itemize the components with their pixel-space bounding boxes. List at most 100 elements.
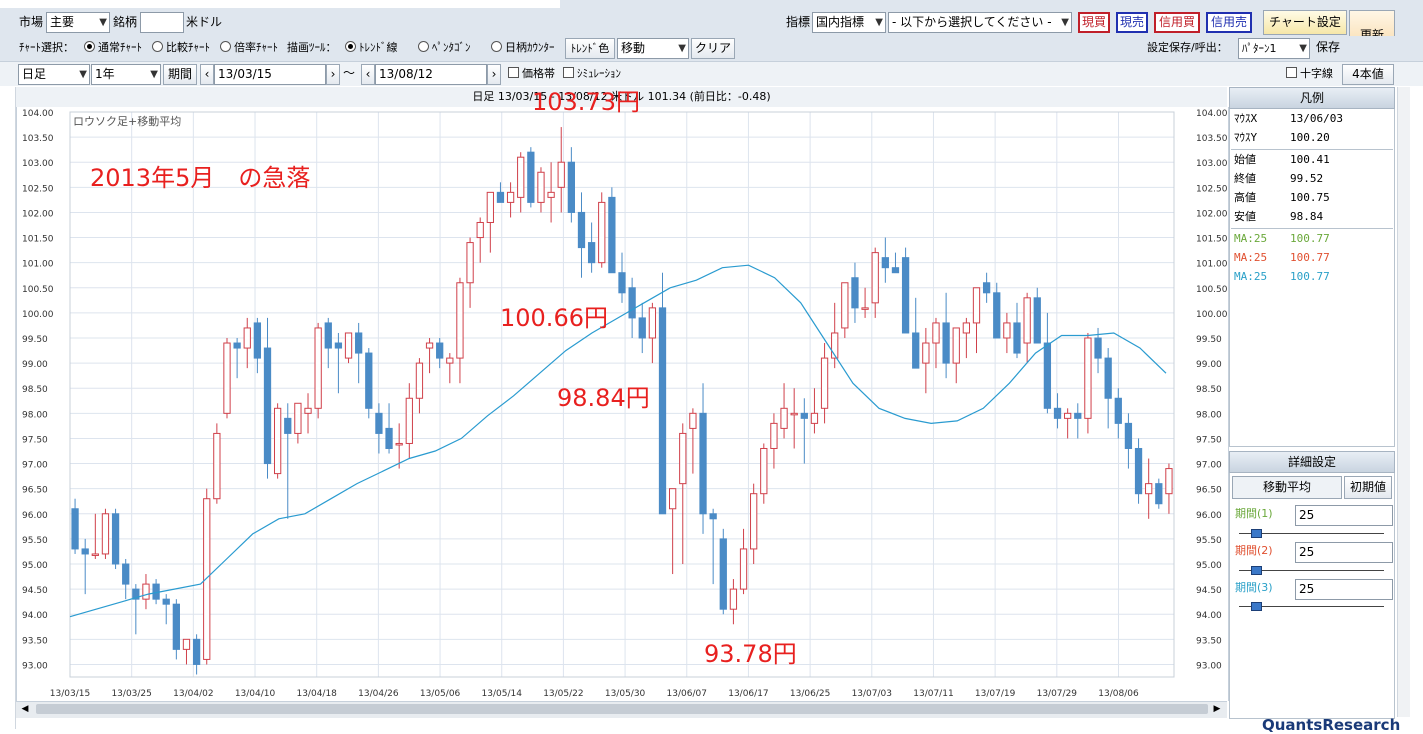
radio-compare-chart[interactable]: 比較ﾁｬｰﾄ xyxy=(152,37,210,58)
candle-body xyxy=(699,412,707,515)
legend-title: 凡例 xyxy=(1229,87,1395,109)
period2-slider-thumb[interactable] xyxy=(1251,566,1262,575)
simulation-checkbox[interactable]: ｼﾐｭﾚｰｼｮﾝ xyxy=(563,63,621,84)
period2-label: 期間(2) xyxy=(1235,544,1273,557)
candle-body xyxy=(689,412,697,429)
four-values-button[interactable]: 4本値 xyxy=(1342,64,1394,85)
period1-input[interactable]: 25 xyxy=(1295,505,1393,526)
period-type-select[interactable]: 日足 ▼ xyxy=(18,64,90,85)
period2-input[interactable]: 25 xyxy=(1295,542,1393,563)
annotation-drop-level: 98.84円 xyxy=(557,384,650,412)
y-tick-label-left: 104.00 xyxy=(22,109,54,119)
y-tick-label-left: 93.50 xyxy=(22,636,48,646)
candle-body xyxy=(739,548,748,590)
radio-normal-chart[interactable]: 通常ﾁｬｰﾄ xyxy=(84,37,142,58)
chevron-down-icon: ▼ xyxy=(875,17,883,28)
range-select[interactable]: 1年 ▼ xyxy=(91,64,161,85)
legend-high-label: 高値 xyxy=(1234,191,1256,204)
margin-buy-button[interactable]: 信用買 xyxy=(1154,12,1200,33)
candle-body xyxy=(881,257,889,269)
candle-body xyxy=(901,257,910,334)
y-tick-label-right: 96.00 xyxy=(1196,511,1222,521)
candle-body xyxy=(111,513,120,565)
y-tick-label-right: 94.00 xyxy=(1196,611,1222,621)
period1-slider-thumb[interactable] xyxy=(1251,529,1262,538)
radio-pentagon[interactable]: ﾍﾟﾝﾀｺﾞﾝ xyxy=(418,37,471,58)
candle-body xyxy=(506,191,515,203)
crosshair-checkbox[interactable]: 十字線 xyxy=(1286,63,1333,84)
market-select[interactable]: 主要 ▼ xyxy=(46,12,110,33)
indicator-select[interactable]: - 以下から選択してください - ▼ xyxy=(888,12,1072,33)
simulation-label: ｼﾐｭﾚｰｼｮﾝ xyxy=(577,67,621,80)
clear-button[interactable]: クリア xyxy=(691,38,735,59)
tab-initial-values[interactable]: 初期値 xyxy=(1344,476,1392,499)
top-title-strip xyxy=(0,0,560,8)
candle-body xyxy=(1033,297,1041,344)
y-tick-label-right: 101.00 xyxy=(1196,260,1227,270)
candle-body xyxy=(365,352,373,409)
candle-body xyxy=(750,493,758,550)
legend-ma3-value: 100.77 xyxy=(1290,270,1330,283)
vertical-scrollbar[interactable] xyxy=(1397,87,1410,717)
candle-body xyxy=(456,282,464,359)
candle-body xyxy=(172,603,180,650)
margin-sell-button[interactable]: 信用売 xyxy=(1206,12,1252,33)
candle-body xyxy=(557,161,565,188)
candle-body xyxy=(658,307,667,515)
tab-moving-average[interactable]: 移動平均 xyxy=(1232,476,1342,499)
scroll-thumb[interactable] xyxy=(36,704,1208,714)
scroll-right-icon[interactable]: ▶ xyxy=(1210,703,1224,715)
period3-value: 25 xyxy=(1299,582,1315,596)
candle-body xyxy=(810,412,819,424)
y-tick-label-left: 100.00 xyxy=(22,310,54,320)
legend-ma1-label: MA:25 xyxy=(1234,232,1268,245)
y-tick-label-left: 96.00 xyxy=(22,511,48,521)
scroll-left-icon[interactable]: ◀ xyxy=(18,703,32,715)
indicator-type-select[interactable]: 国内指標 ▼ xyxy=(812,12,886,33)
candle-body xyxy=(1124,422,1133,449)
spot-sell-button[interactable]: 現売 xyxy=(1116,12,1148,33)
legend-low-label: 安値 xyxy=(1234,210,1256,223)
date-range-separator: ～ xyxy=(343,66,356,80)
chevron-left-icon[interactable]: ‹ xyxy=(200,64,214,85)
candle-body xyxy=(567,161,575,213)
period3-slider-thumb[interactable] xyxy=(1251,602,1262,611)
candle-body xyxy=(476,221,484,239)
candle-body xyxy=(1084,337,1092,419)
candle-body xyxy=(344,332,353,359)
radio-ratio-chart[interactable]: 倍率ﾁｬｰﾄ xyxy=(220,37,278,58)
symbol-input[interactable] xyxy=(140,12,184,33)
pattern-select[interactable]: ﾊﾟﾀｰﾝ1 ▼ xyxy=(1238,38,1310,59)
trend-color-button[interactable]: ﾄﾚﾝﾄﾞ色 xyxy=(565,38,615,59)
save-button[interactable]: 保存 xyxy=(1316,37,1340,58)
candle-body xyxy=(1064,412,1072,419)
spot-buy-button[interactable]: 現買 xyxy=(1078,12,1110,33)
chevron-right-icon[interactable]: › xyxy=(487,64,501,85)
period-button[interactable]: 期間 xyxy=(163,64,197,85)
candle-body xyxy=(122,563,130,585)
price-band-checkbox[interactable]: 価格帯 xyxy=(508,63,555,84)
date-to-input[interactable]: 13/08/12 xyxy=(375,64,487,85)
chart-settings-button[interactable]: チャート設定 xyxy=(1263,10,1347,35)
y-tick-label-right: 97.00 xyxy=(1196,461,1222,471)
candle-body xyxy=(729,588,738,610)
chevron-right-icon[interactable]: › xyxy=(326,64,340,85)
range-value: 1年 xyxy=(95,67,115,81)
candle-body xyxy=(952,327,960,364)
radio-day-counter[interactable]: 日柄ｶｳﾝﾀｰ xyxy=(491,37,555,58)
candle-body xyxy=(91,553,99,556)
move-select[interactable]: 移動 ▼ xyxy=(617,38,689,59)
candle-body xyxy=(982,282,991,294)
date-from-input[interactable]: 13/03/15 xyxy=(214,64,326,85)
candle-body xyxy=(871,252,879,304)
legend-divider xyxy=(1231,228,1393,229)
chevron-left-icon[interactable]: ‹ xyxy=(361,64,375,85)
y-tick-label-left: 101.50 xyxy=(22,235,54,245)
candle-body xyxy=(101,513,110,555)
radio-trend-line[interactable]: ﾄﾚﾝﾄﾞ線 xyxy=(345,37,398,58)
candle-body xyxy=(648,307,657,339)
period3-input[interactable]: 25 xyxy=(1295,579,1393,600)
candle-body xyxy=(223,342,231,414)
price-band-label: 価格帯 xyxy=(522,67,555,80)
candle-body xyxy=(993,292,1001,339)
